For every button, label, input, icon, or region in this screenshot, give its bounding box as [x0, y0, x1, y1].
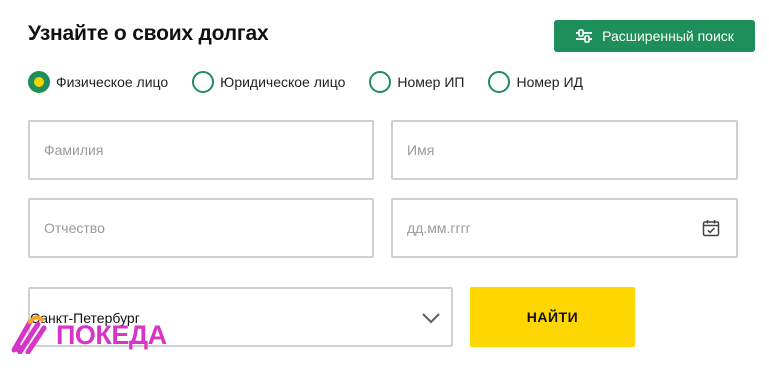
- watermark-text: ПОКЕДА: [56, 320, 167, 350]
- radio-individual[interactable]: Физическое лицо: [28, 71, 168, 93]
- hand-logo-icon: [8, 312, 56, 359]
- radio-id-number[interactable]: Номер ИД: [488, 71, 583, 93]
- name-input[interactable]: [393, 122, 736, 178]
- radio-label: Физическое лицо: [56, 74, 169, 90]
- search-button[interactable]: НАЙТИ: [470, 287, 635, 347]
- advanced-search-button[interactable]: Расширенный поиск: [554, 20, 755, 52]
- patronymic-field-box: [28, 198, 374, 258]
- birthdate-field-box: [391, 198, 738, 258]
- surname-field-box: [28, 120, 374, 180]
- radio-indicator: [192, 71, 215, 93]
- radio-legal-entity[interactable]: Юридическое лицо: [192, 71, 345, 93]
- person-type-radio-group: Физическое лицо Юридическое лицо Номер И…: [28, 70, 607, 94]
- radio-indicator: [369, 71, 392, 93]
- radio-label: Номер ИД: [516, 74, 584, 90]
- patronymic-input[interactable]: [30, 200, 372, 256]
- radio-ip-number[interactable]: Номер ИП: [369, 71, 464, 93]
- radio-indicator: [488, 71, 511, 93]
- calendar-icon[interactable]: [702, 219, 720, 242]
- page-title: Узнайте о своих долгах: [28, 22, 269, 45]
- chevron-down-icon: [421, 311, 441, 329]
- radio-label: Номер ИП: [397, 74, 465, 90]
- radio-label: Юридическое лицо: [220, 74, 346, 90]
- radio-indicator: [28, 71, 50, 93]
- sliders-icon: [575, 29, 593, 43]
- birthdate-input[interactable]: [393, 200, 736, 256]
- name-field-box: [391, 120, 738, 180]
- surname-input[interactable]: [30, 122, 372, 178]
- advanced-search-label: Расширенный поиск: [602, 28, 734, 44]
- watermark: ПОКЕДА: [8, 312, 167, 359]
